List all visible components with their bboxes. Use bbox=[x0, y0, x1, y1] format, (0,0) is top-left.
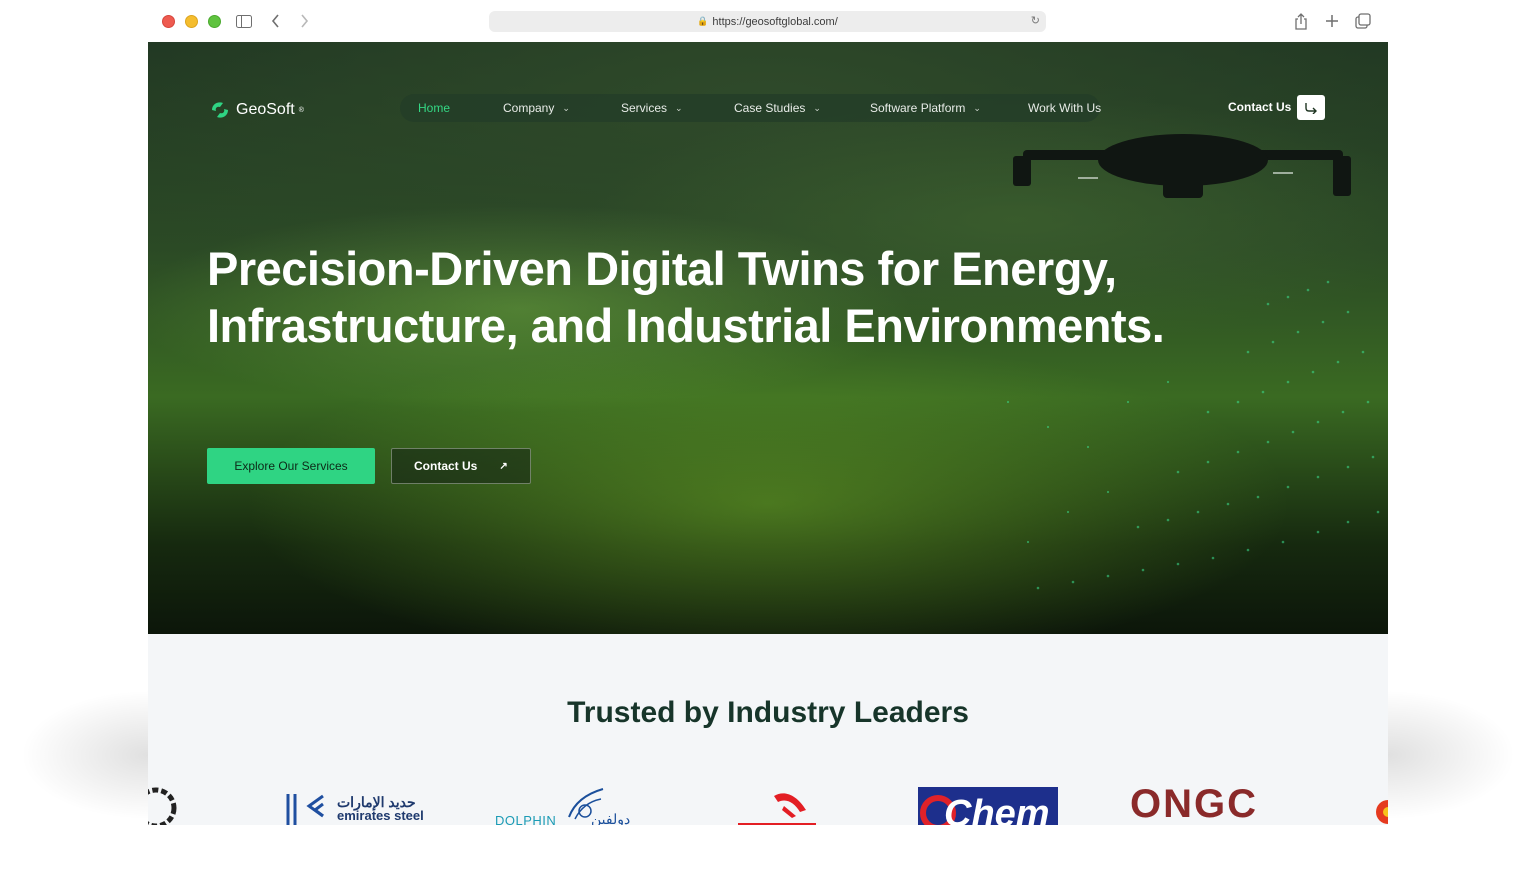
trusted-title: Trusted by Industry Leaders bbox=[567, 696, 969, 729]
client-logo-partial-right bbox=[1376, 800, 1388, 824]
brand-name: GeoSoft bbox=[236, 101, 295, 118]
emirates-steel-icon bbox=[286, 794, 324, 825]
client-logo-dolphin: DOLPHIN دولفين bbox=[493, 787, 643, 825]
nav-item-software-platform[interactable]: Software Platform ⌄ bbox=[870, 101, 981, 115]
nav-item-work-with-us[interactable]: Work With Us bbox=[1028, 101, 1101, 115]
dolphin-english: DOLPHIN bbox=[495, 813, 557, 825]
chevron-down-icon: ⌄ bbox=[973, 102, 981, 113]
arrow-up-right-icon: ↗ bbox=[499, 460, 508, 472]
forward-icon[interactable] bbox=[294, 11, 314, 31]
reload-icon[interactable]: ↻ bbox=[1031, 14, 1040, 27]
explore-services-button[interactable]: Explore Our Services bbox=[207, 448, 375, 484]
dolphin-arabic: دولفين bbox=[591, 811, 631, 825]
arrow-turn-icon bbox=[1305, 102, 1317, 114]
client-logo-orlen bbox=[738, 793, 816, 825]
client-logo-chem: Chem bbox=[918, 787, 1058, 825]
client-logo-partial-left bbox=[148, 787, 177, 825]
nav-item-services[interactable]: Services ⌄ bbox=[621, 101, 683, 115]
emirates-steel-english: emirates steel bbox=[337, 808, 424, 823]
hero-headline: Precision-Driven Digital Twins for Energ… bbox=[207, 242, 1165, 352]
nav-item-home[interactable]: Home bbox=[418, 101, 450, 115]
client-logo-emirates-steel: حديد الإمارات emirates steel bbox=[285, 792, 424, 825]
geosoft-logo-icon bbox=[212, 102, 228, 118]
brand-logo[interactable]: GeoSoft ® bbox=[208, 99, 304, 121]
client-logo-ongc: ONGC bbox=[1130, 784, 1258, 824]
address-bar[interactable]: 🔒 https://geosoftglobal.com/ ↻ bbox=[489, 11, 1046, 32]
main-nav: Home Company ⌄ Services ⌄ Case Studies ⌄ So… bbox=[400, 94, 1101, 122]
hero-contact-button[interactable]: Contact Us ↗ bbox=[391, 448, 531, 484]
drone-image bbox=[1013, 134, 1351, 198]
nav-item-label: Home bbox=[418, 101, 451, 115]
hero-section: GeoSoft ® Home Company ⌄ Services ⌄ Case St… bbox=[148, 42, 1388, 634]
nav-item-company[interactable]: Company ⌄ bbox=[503, 101, 570, 115]
sidebar-toggle-icon[interactable] bbox=[234, 11, 254, 31]
nav-item-case-studies[interactable]: Case Studies ⌄ bbox=[734, 101, 821, 115]
nav-item-label: Software Platform bbox=[870, 101, 966, 115]
hero-contact-label: Contact Us bbox=[414, 459, 478, 473]
share-icon[interactable] bbox=[1291, 11, 1311, 31]
header-contact-link[interactable]: Contact Us bbox=[1228, 100, 1291, 114]
emirates-steel-arabic: حديد الإمارات bbox=[337, 794, 416, 810]
trusted-section: Trusted by Industry Leaders حديد الإمارا… bbox=[148, 634, 1388, 825]
window-shadow-right bbox=[1388, 690, 1516, 820]
brand-registered-mark: ® bbox=[298, 106, 304, 114]
back-icon[interactable] bbox=[265, 11, 285, 31]
close-window-button[interactable] bbox=[162, 15, 175, 28]
minimize-window-button[interactable] bbox=[185, 15, 198, 28]
url-text: https://geosoftglobal.com/ bbox=[712, 15, 838, 28]
chevron-down-icon: ⌄ bbox=[813, 102, 821, 113]
window-controls bbox=[162, 15, 221, 28]
header-contact-button[interactable] bbox=[1297, 95, 1325, 120]
nav-item-label: Services bbox=[621, 101, 668, 115]
nav-item-label: Company bbox=[503, 101, 555, 115]
new-tab-icon[interactable] bbox=[1322, 11, 1342, 31]
window-shadow-left bbox=[20, 690, 148, 820]
client-logo-strip: حديد الإمارات emirates steel DOLPHIN دول… bbox=[148, 784, 1388, 825]
tab-overview-icon[interactable] bbox=[1353, 11, 1373, 31]
chevron-down-icon: ⌄ bbox=[675, 102, 683, 113]
browser-toolbar: 🔒 https://geosoftglobal.com/ ↻ bbox=[148, 0, 1388, 42]
nav-item-label: Work With Us bbox=[1028, 101, 1102, 115]
lock-icon: 🔒 bbox=[697, 16, 709, 26]
chem-text: Chem bbox=[944, 793, 1050, 825]
ongc-text: ONGC bbox=[1130, 782, 1258, 825]
chevron-down-icon: ⌄ bbox=[562, 102, 570, 113]
explore-services-label: Explore Our Services bbox=[234, 459, 348, 473]
maximize-window-button[interactable] bbox=[208, 15, 221, 28]
nav-item-label: Case Studies bbox=[734, 101, 806, 115]
